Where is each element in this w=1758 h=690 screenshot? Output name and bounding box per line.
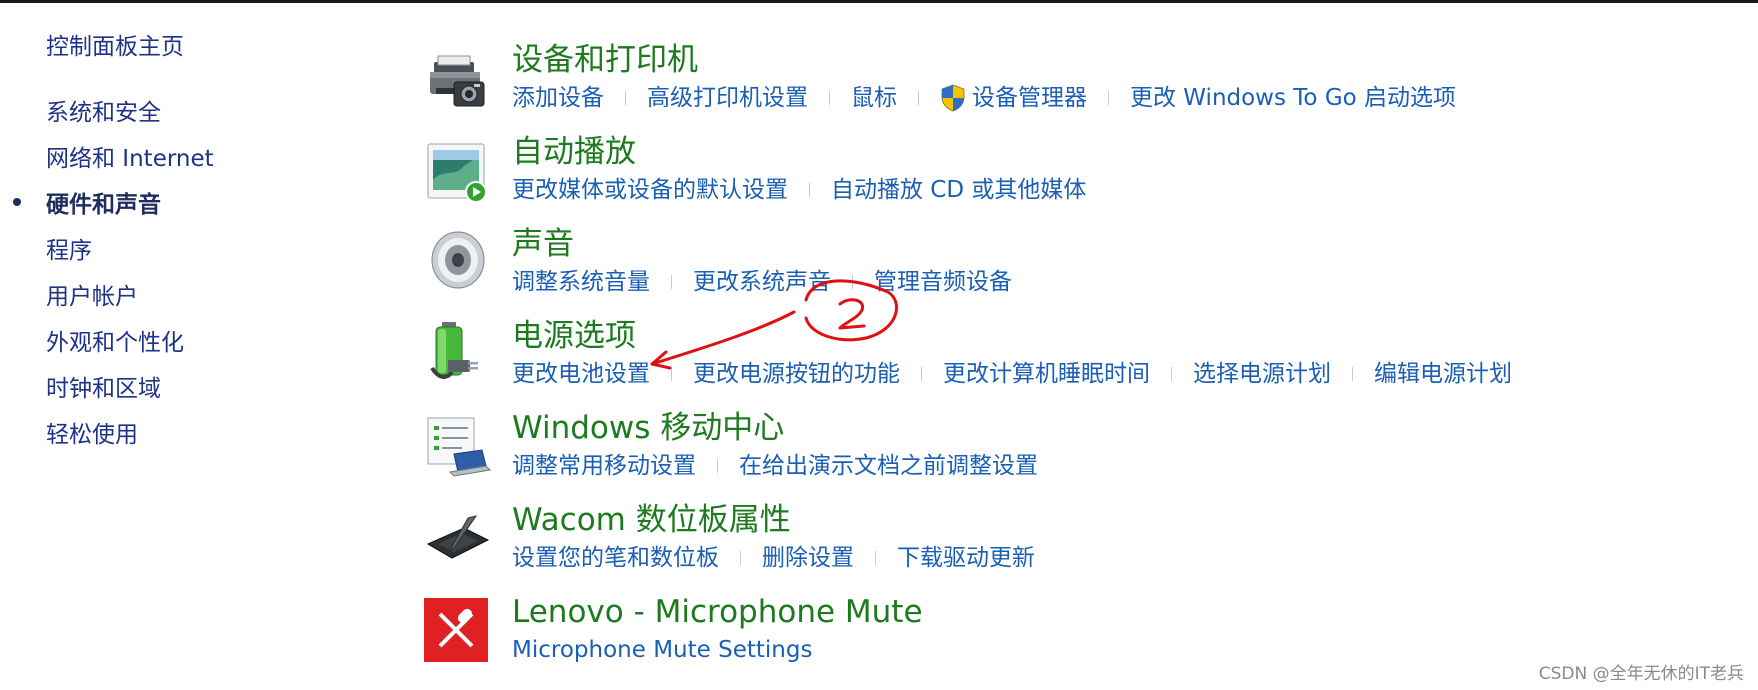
- links-mobility-center: 调整常用移动设置 在给出演示文档之前调整设置: [512, 450, 1038, 482]
- link-adjust-volume[interactable]: 调整系统音量: [512, 266, 650, 298]
- battery-icon[interactable]: [424, 318, 492, 386]
- link-mouse[interactable]: 鼠标: [851, 82, 897, 114]
- link-device-manager-label: 设备管理器: [972, 85, 1087, 111]
- link-separator: [918, 91, 919, 105]
- category-title-devices-printers[interactable]: 设备和打印机: [512, 40, 698, 80]
- links-autoplay: 更改媒体或设备的默认设置 自动播放 CD 或其他媒体: [512, 174, 1086, 206]
- link-delete-settings[interactable]: 删除设置: [762, 542, 854, 574]
- nav-item-ease-of-access[interactable]: 轻松使用: [46, 420, 138, 450]
- link-device-manager[interactable]: 设备管理器: [940, 82, 1087, 114]
- nav-item-network-internet[interactable]: 网络和 Internet: [46, 144, 214, 174]
- category-title-sound[interactable]: 声音: [512, 224, 574, 264]
- nav-item-appearance[interactable]: 外观和个性化: [46, 328, 184, 358]
- links-power-options: 更改电池设置 更改电源按钮的功能 更改计算机睡眠时间 选择电源计划 编辑电源计划: [512, 358, 1512, 390]
- uac-shield-icon: [941, 84, 965, 112]
- printer-camera-icon[interactable]: [424, 48, 492, 116]
- microphone-mute-icon[interactable]: [424, 598, 488, 662]
- link-separator: [625, 91, 626, 105]
- tablet-icon[interactable]: [424, 506, 492, 574]
- nav-item-system-security[interactable]: 系统和安全: [46, 98, 161, 128]
- link-separator: [1352, 367, 1353, 381]
- link-autoplay-cd[interactable]: 自动播放 CD 或其他媒体: [831, 174, 1086, 206]
- link-advanced-printer-setup[interactable]: 高级打印机设置: [647, 82, 808, 114]
- link-separator: [829, 91, 830, 105]
- mobility-center-icon[interactable]: [424, 412, 492, 480]
- category-title-wacom[interactable]: Wacom 数位板属性: [512, 500, 791, 540]
- link-separator: [809, 183, 810, 197]
- link-separator: [671, 367, 672, 381]
- link-mic-mute-settings[interactable]: Microphone Mute Settings: [512, 634, 812, 666]
- nav-item-user-accounts[interactable]: 用户帐户: [46, 282, 138, 312]
- link-separator: [921, 367, 922, 381]
- link-adjust-mobility-settings[interactable]: 调整常用移动设置: [512, 450, 696, 482]
- nav-item-programs[interactable]: 程序: [46, 236, 92, 266]
- nav-item-clock-region[interactable]: 时钟和区域: [46, 374, 161, 404]
- category-title-mobility-center[interactable]: Windows 移动中心: [512, 408, 784, 448]
- speaker-icon[interactable]: [424, 226, 492, 294]
- link-change-battery-settings[interactable]: 更改电池设置: [512, 358, 650, 390]
- link-download-driver-update[interactable]: 下载驱动更新: [897, 542, 1035, 574]
- category-title-lenovo-mic-mute[interactable]: Lenovo - Microphone Mute: [512, 592, 923, 632]
- link-add-device[interactable]: 添加设备: [512, 82, 604, 114]
- category-title-power-options[interactable]: 电源选项: [512, 316, 636, 356]
- link-power-button-function[interactable]: 更改电源按钮的功能: [693, 358, 900, 390]
- link-separator: [671, 275, 672, 289]
- link-choose-power-plan[interactable]: 选择电源计划: [1193, 358, 1331, 390]
- links-wacom: 设置您的笔和数位板 删除设置 下载驱动更新: [512, 542, 1035, 574]
- link-manage-audio-devices[interactable]: 管理音频设备: [874, 266, 1012, 298]
- links-lenovo-mic-mute: Microphone Mute Settings: [512, 634, 812, 666]
- link-setup-pen-tablet[interactable]: 设置您的笔和数位板: [512, 542, 719, 574]
- link-change-sleep-time[interactable]: 更改计算机睡眠时间: [943, 358, 1150, 390]
- nav-active-bullet: [13, 198, 21, 206]
- link-change-default-media[interactable]: 更改媒体或设备的默认设置: [512, 174, 788, 206]
- link-separator: [1171, 367, 1172, 381]
- link-edit-power-plan[interactable]: 编辑电源计划: [1374, 358, 1512, 390]
- link-presentation-settings[interactable]: 在给出演示文档之前调整设置: [739, 450, 1038, 482]
- autoplay-icon[interactable]: [424, 138, 492, 206]
- link-change-system-sounds[interactable]: 更改系统声音: [693, 266, 831, 298]
- link-separator: [1108, 91, 1109, 105]
- link-separator: [740, 551, 741, 565]
- nav-control-panel-home[interactable]: 控制面板主页: [46, 32, 184, 62]
- links-devices-printers: 添加设备 高级打印机设置 鼠标 设备管理器 更改 Windows To Go 启…: [512, 82, 1456, 114]
- left-nav: 控制面板主页 系统和安全 网络和 Internet 硬件和声音 程序 用户帐户 …: [0, 0, 420, 690]
- link-separator: [717, 459, 718, 473]
- category-title-autoplay[interactable]: 自动播放: [512, 132, 636, 172]
- watermark: CSDN @全年无休的IT老兵: [1538, 664, 1744, 684]
- nav-item-hardware-sound[interactable]: 硬件和声音: [46, 190, 161, 220]
- link-separator: [875, 551, 876, 565]
- link-windows-to-go[interactable]: 更改 Windows To Go 启动选项: [1130, 82, 1456, 114]
- link-separator: [852, 275, 853, 289]
- links-sound: 调整系统音量 更改系统声音 管理音频设备: [512, 266, 1012, 298]
